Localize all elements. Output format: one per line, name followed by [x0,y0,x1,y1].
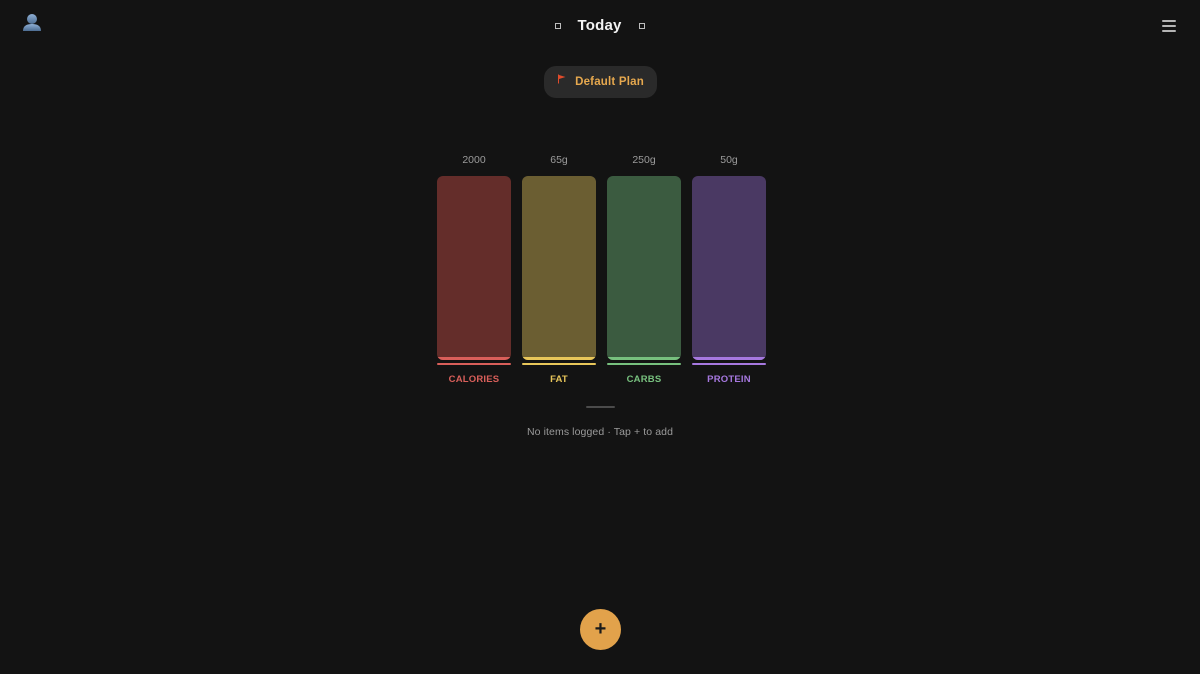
macro-label-protein: PROTEIN [707,374,751,385]
macro-bar-body-fat[interactable] [522,176,596,360]
macro-progress-calories [437,357,511,360]
menu-line [1162,25,1176,27]
hamburger-menu-icon[interactable] [1162,20,1176,32]
macro-goal-carbs: 250g [632,154,656,166]
next-day-icon[interactable] [638,23,645,29]
section-divider [586,406,615,408]
macro-progress-fat [522,357,596,360]
prev-day-icon[interactable] [555,23,562,29]
macro-baseline-calories [437,363,511,365]
menu-line [1162,30,1176,32]
plan-label: Default Plan [575,76,644,88]
date-navigator: Today [0,15,1200,37]
macro-label-carbs: CARBS [626,374,662,385]
macro-bar-body-calories[interactable] [437,176,511,360]
macro-goal-calories: 2000 [462,154,486,166]
app-root: Today Default Plan 2000 CALORIES 65g FAT 250… [0,0,1200,674]
empty-log-message: No items logged · Tap + to add [526,426,674,438]
plan-selector-button[interactable]: Default Plan [544,66,657,98]
macro-bar-calories: 2000 CALORIES [437,150,511,385]
macro-goal-fat: 65g [550,154,568,166]
macro-label-calories: CALORIES [448,374,500,385]
red-flag-icon [558,74,566,84]
menu-line [1162,20,1176,22]
macro-bars: 2000 CALORIES 65g FAT 250g CARBS 50g PROTEIN [437,150,766,385]
header: Today [0,0,1200,54]
macro-baseline-carbs [607,363,681,365]
add-item-button[interactable]: + [580,609,621,650]
macro-goal-protein: 50g [720,154,738,166]
macro-progress-protein [692,357,766,360]
macro-bar-body-protein[interactable] [692,176,766,360]
macro-progress-carbs [607,357,681,360]
macro-bar-body-carbs[interactable] [607,176,681,360]
page-title: Today [577,17,622,34]
macro-bar-protein: 50g PROTEIN [692,150,766,385]
macro-baseline-fat [522,363,596,365]
macro-bar-fat: 65g FAT [522,150,596,385]
macro-label-fat: FAT [550,374,568,385]
macro-baseline-protein [692,363,766,365]
macro-bar-carbs: 250g CARBS [607,150,681,385]
plus-icon: + [594,618,607,640]
